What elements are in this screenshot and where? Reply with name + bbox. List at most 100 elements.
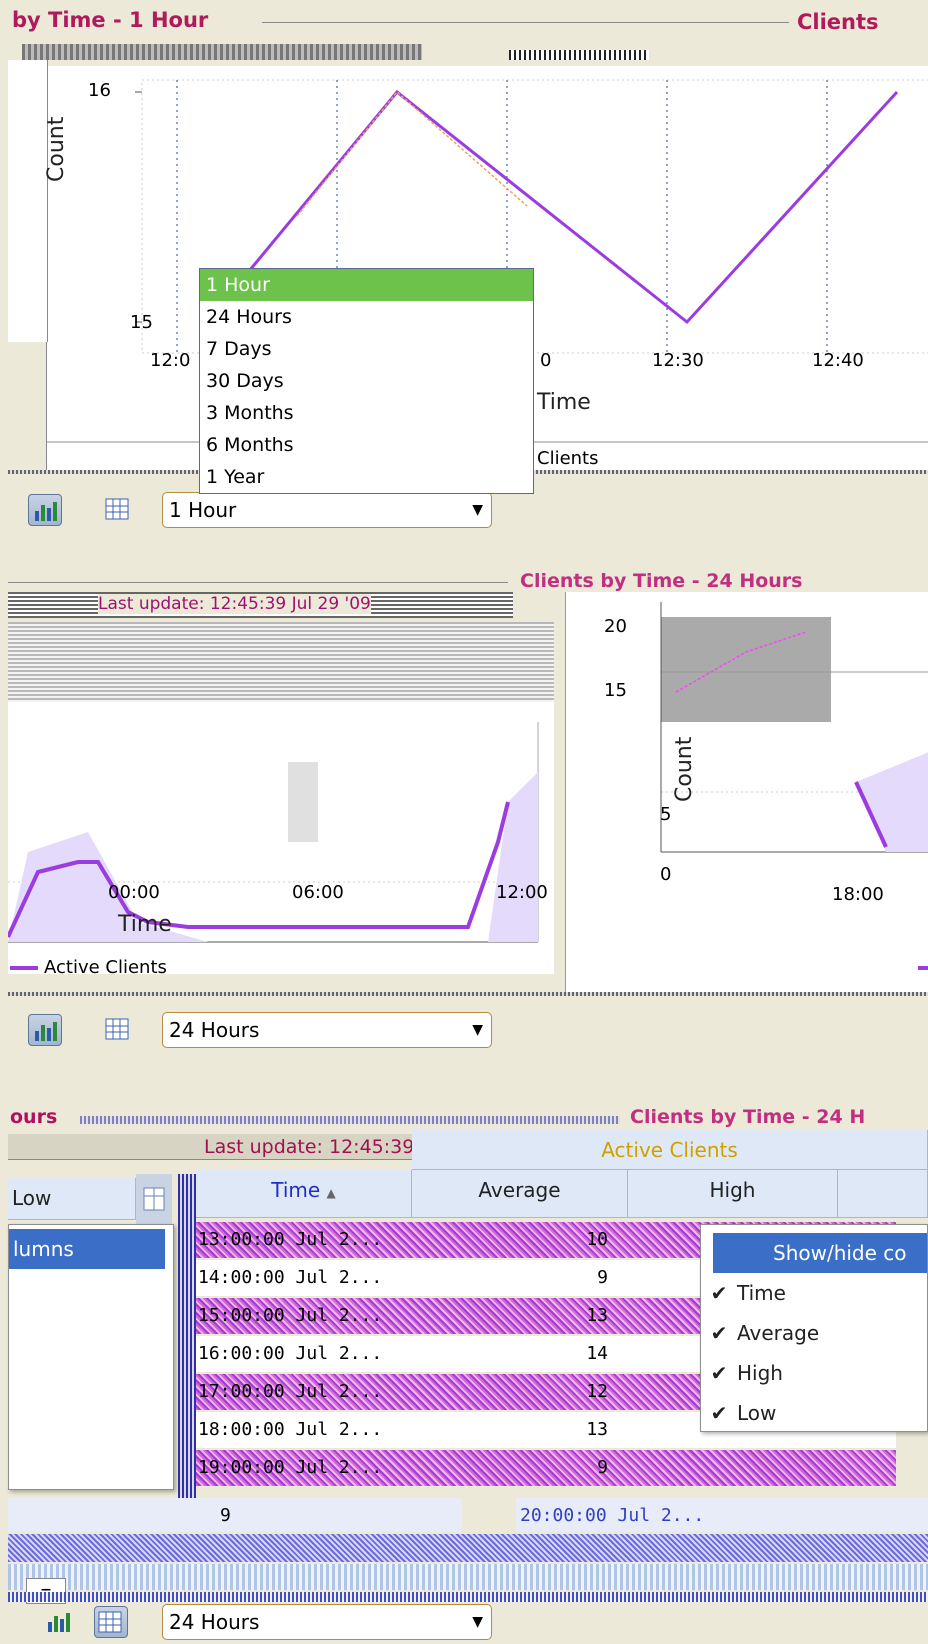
garbled-row — [8, 1534, 928, 1562]
right-legend-swatch — [918, 966, 928, 970]
cell-average: 12 — [586, 1381, 608, 1402]
menu-item-average[interactable]: ✔ Average — [701, 1313, 927, 1353]
column-header-time-label: Time — [271, 1178, 321, 1202]
x-tick-1230: 12:30 — [652, 350, 704, 371]
chevron-down-icon: ▼ — [472, 502, 483, 518]
x-tick-1220: 0 — [540, 350, 552, 371]
title-rule — [262, 22, 789, 23]
toolbar: 1 Hour ▼ — [0, 488, 928, 532]
left-chart-area — [6, 622, 554, 974]
cell-time: 14:00:00 Jul 2... — [198, 1267, 383, 1288]
menu-item-time[interactable]: ✔ Time — [701, 1273, 927, 1313]
option-24-hours[interactable]: 24 Hours — [200, 301, 533, 333]
range-combo-2[interactable]: 24 Hours ▼ — [162, 1012, 492, 1048]
cell-time: 15:00:00 Jul 2... — [198, 1305, 383, 1326]
cell-average: 14 — [586, 1343, 608, 1364]
chart-view-button-3[interactable] — [42, 1606, 76, 1638]
bar-chart-icon — [35, 1022, 57, 1041]
bar-chart-icon — [35, 502, 57, 521]
option-7-days[interactable]: 7 Days — [200, 333, 533, 365]
right-chart-svg — [660, 602, 928, 853]
menu-item-show-hide-columns[interactable]: Show/hide co — [713, 1233, 927, 1273]
cell-time: 20:00:00 Jul 2... — [520, 1505, 705, 1526]
right-y-tick-0: 0 — [660, 864, 672, 885]
menu-item-low[interactable]: ✔ Low — [701, 1393, 927, 1433]
range-combo-3[interactable]: 24 Hours ▼ — [162, 1604, 492, 1640]
x-tick-1240: 12:40 — [812, 350, 864, 371]
title-rule-3 — [80, 1116, 620, 1124]
last-update-text: Last update: 12:45:39 Jul 29 '09 — [98, 594, 371, 614]
table-view-button[interactable] — [102, 494, 136, 526]
range-dropdown-list[interactable]: 1 Hour 24 Hours 7 Days 30 Days 3 Months … — [199, 268, 534, 494]
y-axis-label: Count — [44, 116, 69, 182]
left-chart-svg — [6, 622, 554, 943]
toolbar-2: 24 Hours ▼ — [0, 1008, 928, 1052]
option-6-months[interactable]: 6 Months — [200, 429, 533, 461]
cell-average: 9 — [597, 1267, 608, 1288]
last-update-bar: Last update: 12:45:39 Jul 29 '09 — [8, 592, 513, 618]
cell-average: 9 — [597, 1457, 608, 1478]
cell-time: 13:00:00 Jul 2... — [198, 1229, 383, 1250]
right-y-tick-15: 15 — [604, 680, 627, 701]
right-chart-area — [565, 592, 928, 992]
bar-chart-icon — [48, 1613, 70, 1632]
range-combo[interactable]: 1 Hour ▼ — [162, 492, 492, 528]
left-x-tick-0600: 06:00 — [292, 882, 344, 903]
option-3-months[interactable]: 3 Months — [200, 397, 533, 429]
header-strip — [22, 44, 422, 60]
column-header-time[interactable]: Time ▲ — [196, 1170, 412, 1218]
left-edge-panel — [8, 60, 48, 342]
range-combo-value-2: 24 Hours — [169, 1018, 260, 1042]
column-header-average[interactable]: Average — [412, 1170, 628, 1218]
left-x-axis-title: Time — [118, 912, 172, 937]
left-x-tick-0000: 00:00 — [108, 882, 160, 903]
x-axis-title: Time — [537, 390, 591, 415]
right-y-tick-5: 5 — [660, 804, 672, 825]
y-tick-16: 16 — [88, 80, 111, 101]
table-view-button-2[interactable] — [102, 1014, 136, 1046]
left-x-tick-1200: 12:00 — [496, 882, 548, 903]
table-view-button-3[interactable] — [94, 1606, 128, 1638]
right-x-tick-1800: 18:00 — [832, 884, 884, 905]
column-header-low[interactable]: Low — [8, 1178, 136, 1220]
option-1-hour[interactable]: 1 Hour — [200, 269, 533, 301]
chart-view-button[interactable] — [28, 494, 62, 526]
range-combo-value-3: 24 Hours — [169, 1610, 260, 1634]
menu-item-high[interactable]: ✔ High — [701, 1353, 927, 1393]
splitter-2[interactable] — [8, 992, 928, 996]
panel-table: ours Clients by Time - 24 H Last update:… — [0, 1100, 928, 1643]
cell-left-value: 9 — [220, 1505, 231, 1526]
menu-item-low-label: Low — [737, 1401, 777, 1425]
table-row[interactable]: 19:00:00 Jul 2... 9 — [196, 1450, 896, 1486]
left-column-menu: lumns — [8, 1224, 174, 1490]
check-icon: ✔ — [710, 1401, 728, 1425]
legend-label: Clients — [537, 448, 599, 469]
chevron-down-icon: ▼ — [472, 1614, 483, 1630]
grid-row-selector-strip — [178, 1174, 196, 1506]
option-1-year[interactable]: 1 Year — [200, 461, 533, 493]
column-chooser-button[interactable] — [136, 1174, 172, 1224]
right-y-axis-label: Count — [672, 736, 697, 802]
table-icon — [98, 1611, 122, 1633]
check-icon: ✔ — [710, 1281, 728, 1305]
cell-average: 13 — [586, 1305, 608, 1326]
column-header-low-right[interactable] — [838, 1170, 928, 1218]
table-row[interactable]: 9 — [8, 1498, 462, 1532]
legend-swatch — [10, 966, 38, 970]
chart-view-button-2[interactable] — [28, 1014, 62, 1046]
left-panel-title: ours — [10, 1106, 58, 1128]
chart-title: by Time - 1 Hour — [12, 8, 209, 32]
menu-item-time-label: Time — [737, 1281, 786, 1305]
column-header-high[interactable]: High — [628, 1170, 838, 1218]
table-row[interactable]: 20:00:00 Jul 2... — [516, 1498, 928, 1532]
x-tick-1200: 12:0 — [150, 350, 191, 371]
toolbar-3: 24 Hours ▼ — [0, 1600, 928, 1644]
left-menu-item-columns[interactable]: lumns — [9, 1229, 165, 1269]
column-context-menu: Show/hide co ✔ Time ✔ Average ✔ High ✔ Low — [700, 1224, 928, 1432]
range-combo-value: 1 Hour — [169, 498, 237, 522]
cell-average: 10 — [586, 1229, 608, 1250]
right-panel-title: Clients — [797, 10, 879, 34]
chart-title-24h: Clients by Time - 24 Hours — [520, 570, 803, 592]
option-30-days[interactable]: 30 Days — [200, 365, 533, 397]
table-icon — [105, 1018, 129, 1040]
